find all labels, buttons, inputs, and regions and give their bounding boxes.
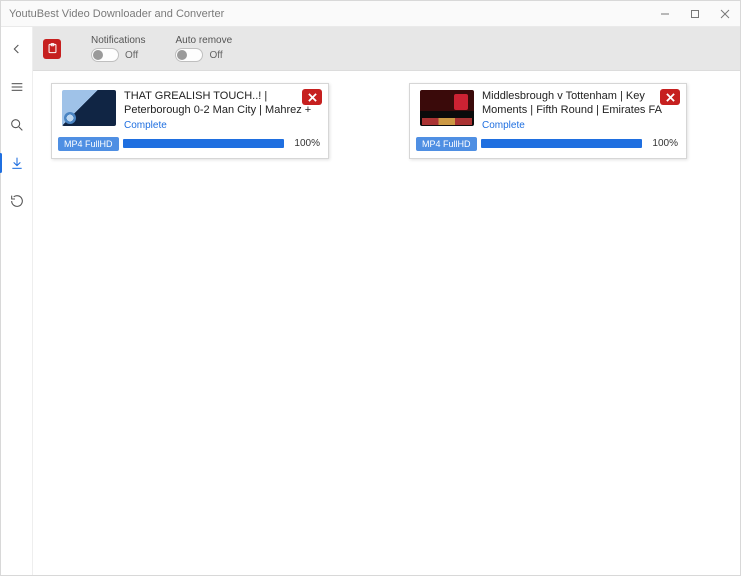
video-title: THAT GREALISH TOUCH..! | Peterborough 0-… xyxy=(124,90,322,118)
download-status: Complete xyxy=(124,120,322,131)
download-card: THAT GREALISH TOUCH..! | Peterborough 0-… xyxy=(51,83,329,159)
search-button[interactable] xyxy=(5,113,29,137)
format-badge: MP4 FullHD xyxy=(416,137,477,151)
main-area: Notifications Off Auto remove Off xyxy=(33,27,740,575)
download-status: Complete xyxy=(482,120,680,131)
maximize-button[interactable] xyxy=(680,1,710,26)
toolbar: Notifications Off Auto remove Off xyxy=(33,27,740,71)
video-thumbnail xyxy=(420,90,474,126)
app-window: YoutuBest Video Downloader and Converter xyxy=(0,0,741,576)
progress-percent: 100% xyxy=(646,138,678,149)
progress-bar xyxy=(481,139,642,148)
progress-percent: 100% xyxy=(288,138,320,149)
clipboard-monitor-icon[interactable] xyxy=(43,39,61,59)
download-card: Middlesbrough v Tottenham | Key Moments … xyxy=(409,83,687,159)
notifications-toggle[interactable] xyxy=(91,48,119,62)
back-button[interactable] xyxy=(5,37,29,61)
notifications-label: Notifications xyxy=(91,35,145,46)
remove-download-button[interactable] xyxy=(660,89,680,105)
progress-bar xyxy=(123,139,284,148)
sidebar xyxy=(1,27,33,575)
app-body: Notifications Off Auto remove Off xyxy=(1,27,740,575)
window-controls xyxy=(650,1,740,26)
window-title: YoutuBest Video Downloader and Converter xyxy=(9,8,224,20)
remove-download-button[interactable] xyxy=(302,89,322,105)
video-thumbnail xyxy=(62,90,116,126)
progress-fill xyxy=(481,139,642,148)
downloads-list: THAT GREALISH TOUCH..! | Peterborough 0-… xyxy=(33,71,740,575)
autoremove-toggle[interactable] xyxy=(175,48,203,62)
autoremove-label: Auto remove xyxy=(175,35,232,46)
refresh-button[interactable] xyxy=(5,189,29,213)
format-badge: MP4 FullHD xyxy=(58,137,119,151)
titlebar: YoutuBest Video Downloader and Converter xyxy=(1,1,740,27)
video-title: Middlesbrough v Tottenham | Key Moments … xyxy=(482,90,680,118)
progress-fill xyxy=(123,139,284,148)
autoremove-toggle-block: Auto remove Off xyxy=(175,35,232,62)
autoremove-state: Off xyxy=(209,50,222,61)
close-window-button[interactable] xyxy=(710,1,740,26)
minimize-button[interactable] xyxy=(650,1,680,26)
notifications-toggle-block: Notifications Off xyxy=(91,35,145,62)
menu-button[interactable] xyxy=(5,75,29,99)
notifications-state: Off xyxy=(125,50,138,61)
downloads-tab[interactable] xyxy=(5,151,29,175)
